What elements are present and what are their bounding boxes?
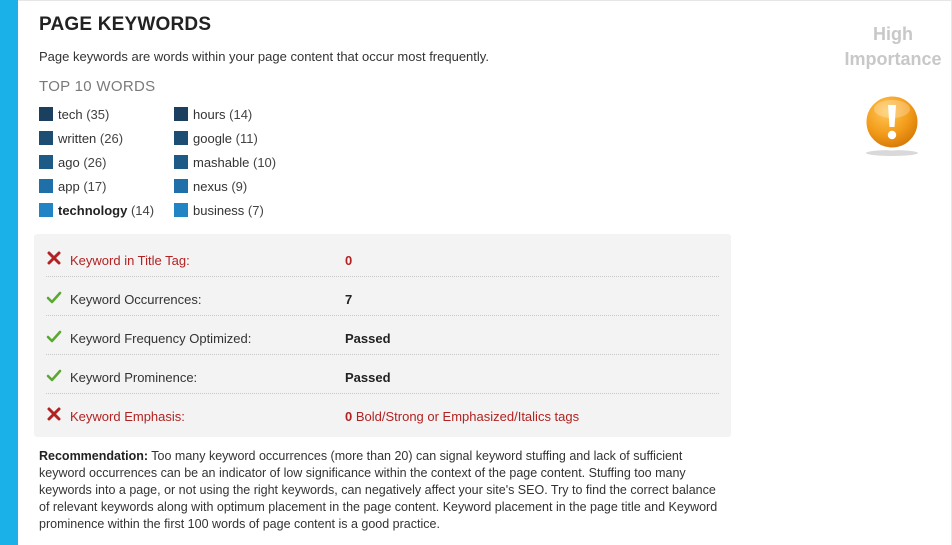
top-word-count: (14) bbox=[225, 107, 253, 122]
check-icon bbox=[46, 289, 62, 305]
check-value-number: Passed bbox=[345, 370, 391, 385]
importance-line-1: High bbox=[873, 24, 913, 44]
keyword-checks-panel: Keyword in Title Tag: 0 Keyword Occurrence… bbox=[34, 234, 731, 437]
top-word-count: (9) bbox=[227, 179, 248, 194]
top-word-label: mashable bbox=[193, 155, 250, 170]
word-color-swatch bbox=[174, 131, 188, 145]
keyword-check-row: Keyword Prominence: Passed bbox=[46, 355, 719, 394]
check-value-number: 0 bbox=[345, 253, 353, 268]
word-color-swatch bbox=[174, 155, 188, 169]
check-value-note: Bold/Strong or Emphasized/Italics tags bbox=[352, 409, 580, 424]
top-word-label: app bbox=[58, 179, 80, 194]
keyword-check-row: Keyword Frequency Optimized: Passed bbox=[46, 316, 719, 355]
top-word-label: technology bbox=[58, 203, 128, 218]
word-color-swatch bbox=[39, 131, 53, 145]
top-word-item: technology (14) bbox=[39, 203, 154, 219]
top-word-label: tech bbox=[58, 107, 83, 122]
top-word-count: (35) bbox=[82, 107, 110, 122]
top-word-item: tech (35) bbox=[39, 107, 109, 123]
top-word-label: business bbox=[193, 203, 245, 218]
top-word-count: (7) bbox=[244, 203, 264, 218]
top-word-item: mashable (10) bbox=[174, 155, 276, 171]
section-title: PAGE KEYWORDS bbox=[39, 14, 212, 35]
word-color-swatch bbox=[39, 203, 53, 217]
top-word-item: business (7) bbox=[174, 203, 264, 219]
check-value-number: 7 bbox=[345, 292, 353, 307]
top-word-count: (26) bbox=[96, 131, 124, 146]
word-color-swatch bbox=[174, 179, 188, 193]
top-words-heading: TOP 10 WORDS bbox=[39, 78, 156, 95]
word-color-swatch bbox=[39, 155, 53, 169]
section-description: Page keywords are words within your page… bbox=[39, 49, 489, 64]
check-value: 0 Bold/Strong or Emphasized/Italics tags bbox=[345, 409, 579, 424]
check-value: 7 bbox=[345, 292, 352, 307]
check-value-number: Passed bbox=[345, 331, 391, 346]
top-word-item: ago (26) bbox=[39, 155, 106, 171]
cross-icon bbox=[46, 406, 62, 422]
top-word-item: google (11) bbox=[174, 131, 258, 147]
check-label: Keyword Emphasis: bbox=[70, 409, 185, 424]
top-word-label: google bbox=[193, 131, 233, 146]
top-divider bbox=[18, 0, 952, 1]
top-word-count: (10) bbox=[249, 155, 277, 170]
importance-label: High Importance bbox=[840, 22, 946, 72]
cross-icon bbox=[46, 250, 62, 266]
top-word-label: written bbox=[58, 131, 97, 146]
word-color-swatch bbox=[39, 107, 53, 121]
check-label: Keyword Occurrences: bbox=[70, 292, 202, 307]
check-value: 0 bbox=[345, 253, 352, 268]
top-word-label: ago bbox=[58, 155, 80, 170]
top-word-item: written (26) bbox=[39, 131, 123, 147]
check-value: Passed bbox=[345, 370, 391, 385]
keyword-check-row: Keyword in Title Tag: 0 bbox=[46, 238, 719, 277]
word-color-swatch bbox=[174, 107, 188, 121]
top-word-item: app (17) bbox=[39, 179, 106, 195]
top-word-label: hours bbox=[193, 107, 226, 122]
top-word-item: hours (14) bbox=[174, 107, 252, 123]
top-word-item: nexus (9) bbox=[174, 179, 247, 195]
top-word-count: (17) bbox=[79, 179, 107, 194]
check-icon bbox=[46, 328, 62, 344]
warning-exclamation-icon bbox=[863, 93, 921, 156]
check-value: Passed bbox=[345, 331, 391, 346]
recommendation-text: Recommendation: Too many keyword occurre… bbox=[39, 448, 729, 533]
top-word-label: nexus bbox=[193, 179, 228, 194]
word-color-swatch bbox=[39, 179, 53, 193]
importance-line-2: Importance bbox=[844, 49, 942, 69]
keyword-check-row: Keyword Occurrences: 7 bbox=[46, 277, 719, 316]
check-label: Keyword Prominence: bbox=[70, 370, 198, 385]
check-icon bbox=[46, 367, 62, 383]
keyword-check-row: Keyword Emphasis: 0 Bold/Strong or Emphas… bbox=[46, 394, 719, 433]
top-word-count: (11) bbox=[232, 131, 258, 146]
word-color-swatch bbox=[174, 203, 188, 217]
recommendation-label: Recommendation: bbox=[39, 449, 149, 463]
top-word-count: (26) bbox=[79, 155, 107, 170]
check-label: Keyword in Title Tag: bbox=[70, 253, 190, 268]
accent-sidebar-bar bbox=[0, 0, 18, 545]
top-word-count: (14) bbox=[127, 203, 155, 218]
check-label: Keyword Frequency Optimized: bbox=[70, 331, 252, 346]
